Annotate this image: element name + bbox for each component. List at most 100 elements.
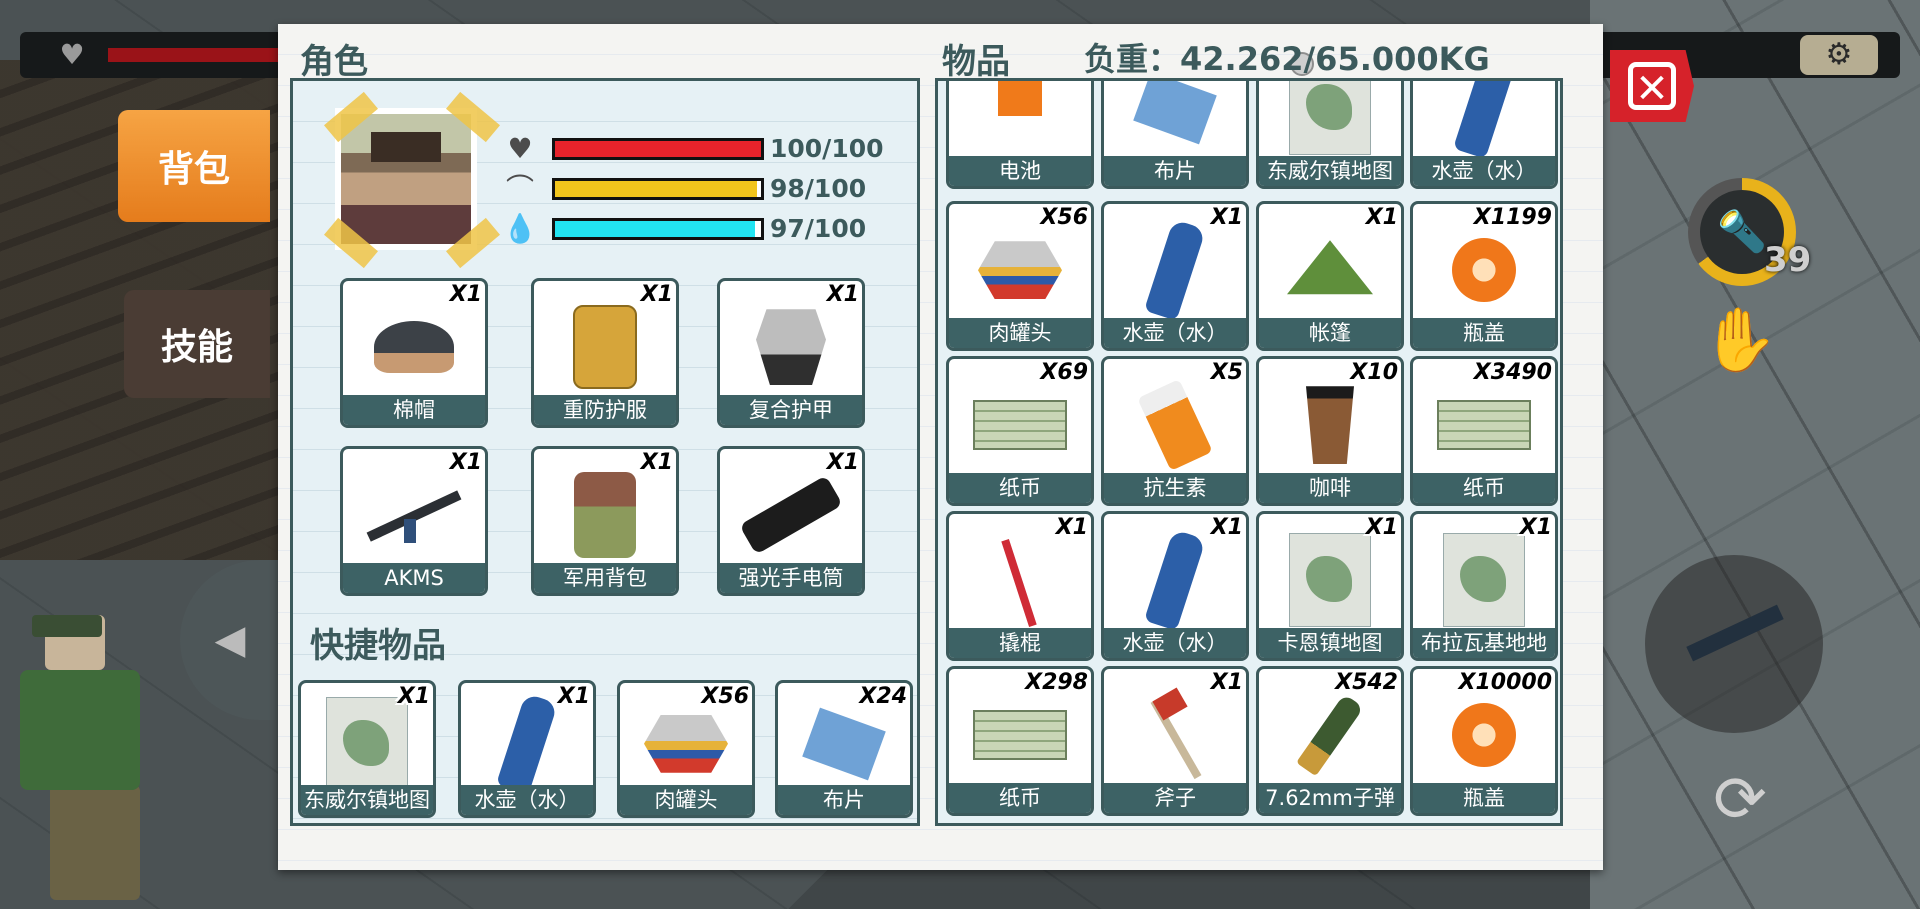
item-slot[interactable]: X56 肉罐头	[946, 201, 1094, 351]
item-label: 军用背包	[534, 563, 676, 593]
item-label: 帐篷	[1259, 318, 1401, 348]
bullet-icon	[1296, 693, 1364, 777]
stat-value: 100/100	[770, 134, 884, 163]
tent-icon	[1287, 240, 1373, 295]
item-slot[interactable]: X1 水壶（水）	[458, 680, 596, 818]
item-label: 肉罐头	[949, 318, 1091, 348]
item-label: 水壶（水）	[1413, 156, 1555, 186]
quick-items-title: 快捷物品	[310, 626, 446, 666]
crowbar-icon	[975, 532, 1065, 628]
item-label: 纸币	[949, 473, 1091, 503]
item-slot[interactable]: 水壶（水）	[1410, 81, 1558, 189]
cap-icon	[1452, 703, 1516, 768]
cloth-icon	[1133, 81, 1217, 145]
stat-value: 98/100	[770, 174, 867, 203]
item-slot[interactable]: X542 7.62mm子弹	[1256, 666, 1404, 816]
item-quantity: X1	[557, 684, 590, 709]
money-icon	[1437, 400, 1531, 451]
item-label: 东威尔镇地图	[301, 785, 433, 815]
item-slot[interactable]: X1 强光手电筒	[717, 446, 865, 596]
stat-value: 97/100	[770, 214, 867, 243]
map-icon	[1289, 81, 1371, 156]
item-slot[interactable]: X1 AKMS	[340, 446, 488, 596]
item-slot[interactable]: X1 棉帽	[340, 278, 488, 428]
item-slot[interactable]: X1 撬棍	[946, 511, 1094, 661]
item-slot[interactable]: X1199 瓶盖	[1410, 201, 1558, 351]
item-label: 水壶（水）	[461, 785, 593, 815]
item-quantity: X298	[1025, 670, 1088, 695]
attack-button[interactable]	[1645, 555, 1823, 733]
item-label: 纸币	[1413, 473, 1555, 503]
character-title: 角色	[300, 42, 368, 82]
item-quantity: X56	[1040, 205, 1088, 230]
item-quantity: X3490	[1473, 360, 1552, 385]
item-label: 抗生素	[1104, 473, 1246, 503]
item-slot[interactable]: X1 帐篷	[1256, 201, 1404, 351]
item-label: 电池	[949, 156, 1091, 186]
tab-backpack[interactable]: 背包	[118, 110, 270, 222]
item-label: 布拉瓦基地地	[1413, 628, 1555, 658]
item-slot[interactable]: X1 斧子	[1101, 666, 1249, 816]
reload-icon[interactable]: ⟳	[1700, 760, 1780, 840]
settings-button[interactable]: ⚙	[1800, 35, 1878, 75]
item-quantity: X1	[449, 282, 482, 307]
item-slot[interactable]: X1 布拉瓦基地地	[1410, 511, 1558, 661]
items-title: 物品	[942, 42, 1010, 82]
battery-icon	[998, 81, 1042, 116]
item-label: 7.62mm子弹	[1259, 783, 1401, 813]
item-quantity: X1	[640, 450, 673, 475]
item-label: 咖啡	[1259, 473, 1401, 503]
item-label: 东威尔镇地图	[1259, 156, 1401, 186]
item-label: 强光手电筒	[720, 563, 862, 593]
item-quantity: X1	[1365, 205, 1398, 230]
item-slot[interactable]: 布片	[1101, 81, 1249, 189]
item-slot[interactable]: X298 纸币	[946, 666, 1094, 816]
heart-icon: ♥	[507, 132, 533, 165]
item-slot[interactable]: X56 肉罐头	[617, 680, 755, 818]
item-quantity: X1	[826, 450, 859, 475]
stomach-icon: ⌒	[505, 172, 534, 205]
item-quantity: X1	[640, 282, 673, 307]
can-icon	[978, 241, 1062, 300]
item-slot[interactable]: X5 抗生素	[1101, 356, 1249, 506]
item-quantity: X5	[1210, 360, 1243, 385]
bottle-icon	[1143, 219, 1207, 322]
item-label: 水壶（水）	[1104, 628, 1246, 658]
item-slot[interactable]: X24 布片	[775, 680, 913, 818]
item-slot[interactable]: X3490 纸币	[1410, 356, 1558, 506]
item-quantity: X1	[397, 684, 430, 709]
map-icon	[1289, 533, 1371, 628]
item-slot[interactable]: X1 军用背包	[531, 446, 679, 596]
pack-icon	[574, 472, 636, 559]
stat-bar	[552, 178, 764, 200]
heart-icon: ♥	[59, 38, 85, 71]
inventory-grid: 电池 布片 东威尔镇地图 水壶（水） X56 肉罐头 X1 水壶（水） X1 帐篷 X1199 瓶盖 X…	[935, 78, 1563, 826]
item-label: 瓶盖	[1413, 318, 1555, 348]
cap-icon	[1452, 238, 1516, 303]
bottle-icon	[1452, 81, 1516, 160]
stat-bar	[552, 218, 764, 240]
item-slot[interactable]: X1 复合护甲	[717, 278, 865, 428]
item-quantity: X1	[1210, 205, 1243, 230]
vest-icon	[573, 305, 637, 390]
item-slot[interactable]: X1 水壶（水）	[1101, 511, 1249, 661]
item-slot[interactable]: X1 水壶（水）	[1101, 201, 1249, 351]
item-label: 布片	[1104, 156, 1246, 186]
item-slot[interactable]: 电池	[946, 81, 1094, 189]
avatar	[335, 108, 477, 250]
bottle-icon	[1143, 529, 1207, 632]
item-slot[interactable]: X69 纸币	[946, 356, 1094, 506]
item-quantity: X10	[1350, 360, 1398, 385]
item-label: 肉罐头	[620, 785, 752, 815]
item-slot[interactable]: 东威尔镇地图	[1256, 81, 1404, 189]
item-slot[interactable]: X1 重防护服	[531, 278, 679, 428]
item-slot[interactable]: X1 东威尔镇地图	[298, 680, 436, 818]
item-slot[interactable]: X1 卡恩镇地图	[1256, 511, 1404, 661]
item-slot[interactable]: X10000 瓶盖	[1410, 666, 1558, 816]
hand-icon[interactable]: ✋	[1700, 300, 1780, 380]
tab-skills[interactable]: 技能	[124, 290, 270, 398]
item-label: 斧子	[1104, 783, 1246, 813]
close-button[interactable]: ✕	[1610, 50, 1694, 122]
item-slot[interactable]: X10 咖啡	[1256, 356, 1404, 506]
item-quantity: X24	[859, 684, 907, 709]
